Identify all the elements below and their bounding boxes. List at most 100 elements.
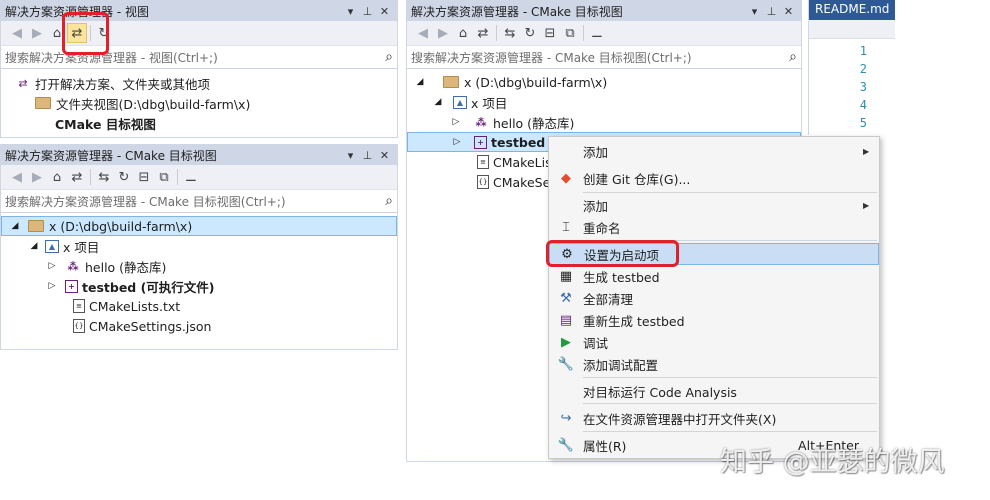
forward-icon[interactable]: ▶	[27, 167, 47, 187]
back-icon[interactable]: ◀	[413, 23, 433, 43]
show-all-files-icon[interactable]: ⧉	[154, 167, 174, 187]
close-icon[interactable]: ✕	[780, 5, 797, 18]
menu-item-clean-all[interactable]: ⚒ 全部清理	[549, 287, 879, 309]
search-icon[interactable]: ⌕	[385, 193, 393, 209]
menu-separator	[583, 377, 877, 378]
list-item-open-solution[interactable]: ⇄ 打开解决方案、文件夹或其他项	[1, 73, 397, 93]
highlight-box-set-startup	[546, 240, 679, 267]
switch-views-icon[interactable]: ⇄	[67, 167, 87, 187]
broom-icon: ⚒	[560, 290, 572, 306]
collapse-arrow-icon[interactable]: ◢	[413, 77, 427, 87]
pending-changes-icon[interactable]: ⇆	[94, 167, 114, 187]
search-box[interactable]: 搜索解决方案资源管理器 - CMake 目标视图(Ctrl+;) ⌕	[1, 190, 397, 213]
wrench-icon: 🔧	[557, 356, 575, 372]
menu-item-code-analysis[interactable]: 对目标运行 Code Analysis	[549, 380, 879, 402]
pin-icon[interactable]: ⊥	[359, 149, 376, 162]
collapse-arrow-icon[interactable]: ◢	[431, 97, 445, 107]
sync-icon[interactable]: ↻	[114, 167, 134, 187]
tree-item-project[interactable]: ◢ ▲ x 项目	[1, 236, 397, 256]
search-icon[interactable]: ⌕	[385, 49, 393, 65]
tree-item-root[interactable]: ◢ x (D:\dbg\build-farm\x)	[407, 72, 801, 92]
menu-item-open-in-explorer[interactable]: ↪ 在文件资源管理器中打开文件夹(X)	[549, 407, 879, 429]
pin-icon[interactable]: ⊥	[359, 5, 376, 18]
library-icon: ⁂	[67, 259, 79, 273]
panel-title-bar: 解决方案资源管理器 - 视图 ▾ ⊥ ✕	[1, 1, 397, 21]
pin-icon[interactable]: ⊥	[763, 5, 780, 18]
dropdown-icon[interactable]: ▾	[746, 5, 763, 18]
search-icon[interactable]: ⌕	[789, 49, 797, 65]
editor-tab-label: README.md	[815, 2, 890, 16]
list-item-cmake-targets-view[interactable]: CMake 目标视图	[1, 113, 397, 133]
rename-icon: ⌶	[562, 219, 570, 235]
tree-item-label: CMakeLis	[493, 154, 552, 170]
properties-icon[interactable]: ⚊	[587, 23, 607, 43]
collapse-all-icon[interactable]: ⊟	[134, 167, 154, 187]
menu-item-rebuild[interactable]: ▤ 重新生成 testbed	[549, 309, 879, 331]
menu-item-label: 添加调试配置	[583, 357, 659, 373]
tree-item-cmakesettings[interactable]: {} CMakeSettings.json	[1, 316, 397, 336]
editor-tab[interactable]: README.md	[809, 0, 895, 20]
menu-item-label: 在文件资源管理器中打开文件夹(X)	[583, 411, 777, 427]
menu-item-label: 重新生成 testbed	[583, 313, 685, 329]
menu-item-build[interactable]: ▦ 生成 testbed	[549, 265, 879, 287]
search-input[interactable]: 搜索解决方案资源管理器 - CMake 目标视图(Ctrl+;)	[5, 193, 385, 210]
collapse-all-icon[interactable]: ⊟	[540, 23, 560, 43]
forward-icon[interactable]: ▶	[433, 23, 453, 43]
dropdown-icon[interactable]: ▾	[342, 5, 359, 18]
tree-item-root[interactable]: ◢ x (D:\dbg\build-farm\x)	[1, 216, 397, 236]
tree-item-testbed[interactable]: ▷ + testbed (可执行文件)	[1, 276, 397, 296]
properties-icon[interactable]: ⚊	[181, 167, 201, 187]
library-icon: ⁂	[475, 115, 487, 129]
menu-separator	[583, 403, 877, 404]
menu-item-add[interactable]: 添加 ▶	[549, 140, 879, 162]
tree-item-label: CMakeSettings.json	[89, 318, 212, 334]
search-box[interactable]: 搜索解决方案资源管理器 - 视图(Ctrl+;) ⌕	[1, 46, 397, 69]
line-number: 3	[859, 80, 867, 94]
collapse-arrow-icon[interactable]: ◢	[8, 221, 22, 231]
play-icon: ▶	[561, 334, 571, 350]
sync-icon[interactable]: ↻	[520, 23, 540, 43]
back-icon[interactable]: ◀	[7, 23, 27, 43]
tree-item-label: hello (静态库)	[85, 259, 167, 275]
line-number: 2	[859, 62, 867, 76]
menu-item-label: 对目标运行 Code Analysis	[583, 384, 737, 400]
show-all-files-icon[interactable]: ⧉	[560, 23, 580, 43]
list-item-folder-view[interactable]: 文件夹视图(D:\dbg\build-farm\x)	[1, 93, 397, 113]
collapse-arrow-icon[interactable]: ◢	[27, 241, 41, 251]
list-item-label: 文件夹视图(D:\dbg\build-farm\x)	[56, 96, 251, 112]
expand-arrow-icon[interactable]: ▷	[45, 261, 59, 271]
tree-item-label: testbed (可执行文件)	[82, 279, 215, 295]
menu-item-debug[interactable]: ▶ 调试	[549, 331, 879, 353]
search-box[interactable]: 搜索解决方案资源管理器 - CMake 目标视图(Ctrl+;) ⌕	[407, 46, 801, 69]
menu-item-add-2[interactable]: 添加 ▶	[549, 194, 879, 216]
submenu-arrow-icon: ▶	[863, 200, 870, 210]
close-icon[interactable]: ✕	[376, 149, 393, 162]
menu-item-label: 重命名	[583, 220, 621, 236]
folder-icon	[28, 220, 44, 232]
context-menu: 添加 ▶ ◆ 创建 Git 仓库(G)... 添加 ▶ ⌶ 重命名 ⚙ 设置为启…	[548, 136, 880, 459]
forward-icon[interactable]: ▶	[27, 23, 47, 43]
menu-item-add-debug-config[interactable]: 🔧 添加调试配置	[549, 353, 879, 375]
home-icon[interactable]: ⌂	[453, 23, 473, 43]
expand-arrow-icon[interactable]: ▷	[45, 281, 59, 291]
pending-changes-icon[interactable]: ⇆	[500, 23, 520, 43]
menu-item-label: 添加	[583, 144, 609, 160]
tree-item-hello[interactable]: ▷ ⁂ hello (静态库)	[1, 256, 397, 276]
tree-item-cmakelists[interactable]: ≡ CMakeLists.txt	[1, 296, 397, 316]
tree-item-label: x 项目	[63, 239, 100, 255]
tree-item-project[interactable]: ◢ ▲ x 项目	[407, 92, 801, 112]
watermark: 知乎 @亚瑟的微风	[720, 447, 945, 478]
menu-item-rename[interactable]: ⌶ 重命名	[549, 216, 879, 238]
close-icon[interactable]: ✕	[376, 5, 393, 18]
toolbar-separator	[496, 25, 497, 41]
expand-arrow-icon[interactable]: ▷	[449, 117, 463, 127]
search-input[interactable]: 搜索解决方案资源管理器 - CMake 目标视图(Ctrl+;)	[411, 49, 789, 66]
menu-item-label: 调试	[583, 335, 609, 351]
menu-item-create-git-repo[interactable]: ◆ 创建 Git 仓库(G)...	[549, 167, 879, 189]
tree-item-hello[interactable]: ▷ ⁂ hello (静态库)	[407, 112, 801, 132]
back-icon[interactable]: ◀	[7, 167, 27, 187]
home-icon[interactable]: ⌂	[47, 167, 67, 187]
switch-views-icon[interactable]: ⇄	[473, 23, 493, 43]
dropdown-icon[interactable]: ▾	[342, 149, 359, 162]
expand-arrow-icon[interactable]: ▷	[450, 137, 464, 147]
